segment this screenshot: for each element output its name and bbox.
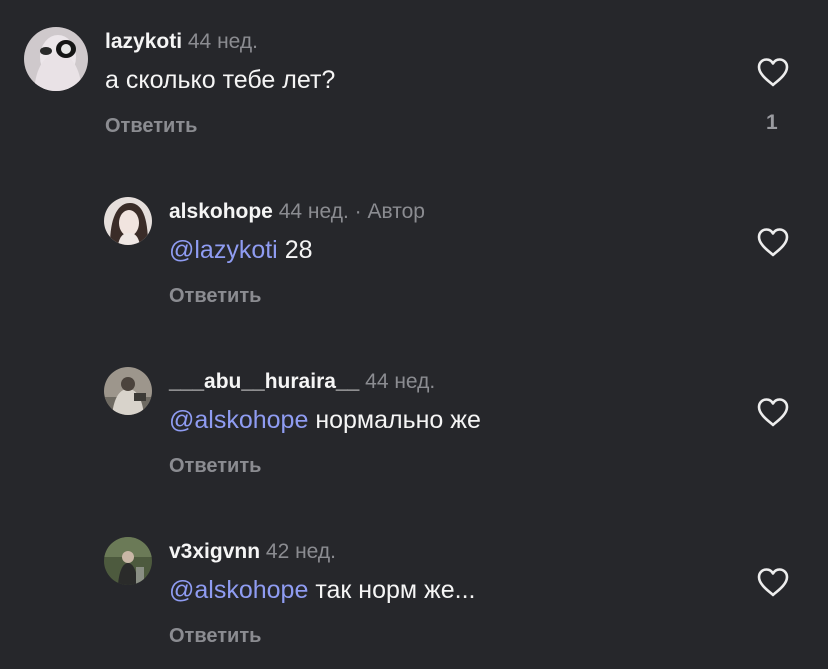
comment-header: lazykoti 44 нед.	[105, 29, 258, 55]
reply-button[interactable]: Ответить	[105, 114, 197, 138]
comment-abu-huraira: ___abu__huraira__ 44 нед. @alskohope нор…	[0, 340, 828, 500]
comment-age: 44 нед.	[278, 200, 349, 223]
avatar[interactable]	[24, 27, 88, 91]
comment-age: 44 нед.	[187, 30, 258, 53]
comment-v3xigvnn: v3xigvnn 42 нед. @alskohope так норм же.…	[0, 510, 828, 669]
heart-outline-icon[interactable]	[756, 227, 790, 257]
comment-lazykoti: lazykoti 44 нед. а сколько тебе лет? Отв…	[0, 0, 828, 160]
heart-outline-icon[interactable]	[756, 567, 790, 597]
comment-header: v3xigvnn 42 нед.	[169, 539, 336, 565]
comment-text-content: 28	[284, 236, 313, 264]
reply-button[interactable]: Ответить	[169, 454, 261, 478]
comment-text-content: нормально же	[315, 406, 481, 434]
comment-text-content: так норм же...	[315, 576, 476, 604]
mention-link[interactable]: @lazykoti	[169, 236, 278, 264]
comment-age: 44 нед.	[365, 370, 436, 393]
heart-outline-icon[interactable]	[756, 397, 790, 427]
avatar[interactable]	[104, 537, 152, 585]
comment-alskohope: alskohope 44 нед. · Автор @lazykoti 28 О…	[0, 170, 828, 330]
author-badge: · Автор	[354, 200, 425, 223]
like-count: 1	[766, 111, 778, 134]
username[interactable]: alskohope	[169, 200, 273, 223]
avatar[interactable]	[104, 367, 152, 415]
username[interactable]: v3xigvnn	[169, 540, 260, 563]
avatar[interactable]	[104, 197, 152, 245]
comment-text: @lazykoti 28	[169, 234, 313, 266]
comment-header: ___abu__huraira__ 44 нед.	[169, 369, 435, 395]
mention-link[interactable]: @alskohope	[169, 406, 308, 434]
comment-age: 42 нед.	[265, 540, 336, 563]
reply-button[interactable]: Ответить	[169, 284, 261, 308]
mention-link[interactable]: @alskohope	[169, 576, 308, 604]
username[interactable]: ___abu__huraira__	[169, 370, 359, 393]
heart-outline-icon[interactable]	[756, 57, 790, 87]
comment-header: alskohope 44 нед. · Автор	[169, 199, 425, 225]
comment-text: а сколько тебе лет?	[105, 64, 335, 96]
username[interactable]: lazykoti	[105, 30, 182, 53]
comment-text: @alskohope нормально же	[169, 404, 481, 436]
comment-text: @alskohope так норм же...	[169, 574, 475, 606]
comment-text-content: а сколько тебе лет?	[105, 66, 336, 94]
reply-button[interactable]: Ответить	[169, 624, 261, 648]
